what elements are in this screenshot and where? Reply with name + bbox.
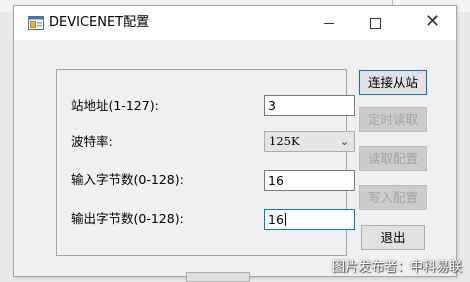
close-icon: ✕	[425, 11, 441, 32]
watermark-text: 图片发布者：中科易联	[331, 260, 462, 275]
station-address-input[interactable]: 3	[264, 95, 355, 116]
write-config-button[interactable]: 写入配置	[359, 185, 427, 210]
maximize-button[interactable]	[352, 6, 398, 40]
connect-slave-button[interactable]: 连接从站	[359, 70, 427, 95]
window-title: DEVICENET配置	[49, 15, 150, 30]
background-button-edge	[186, 272, 250, 282]
baud-rate-label: 波特率:	[71, 134, 113, 149]
exit-button[interactable]: 退出	[361, 225, 425, 250]
read-config-button[interactable]: 读取配置	[359, 146, 427, 171]
app-window-icon	[28, 16, 44, 30]
timed-read-button[interactable]: 定时读取	[359, 107, 427, 132]
minimize-button[interactable]	[306, 6, 352, 40]
input-bytes-label: 输入字节数(0-128):	[71, 172, 184, 187]
text-caret	[284, 213, 286, 226]
baud-rate-select[interactable]: 125K ⌄	[264, 131, 355, 152]
devicenet-config-dialog: DEVICENET配置 ✕ 站地址(1-127): 3 波特率: 125K ⌄ …	[13, 5, 457, 277]
output-bytes-label: 输出字节数(0-128):	[71, 211, 184, 226]
baud-rate-value: 125K	[269, 134, 300, 148]
output-bytes-value: 16	[268, 212, 284, 227]
station-address-label: 站地址(1-127):	[71, 98, 159, 113]
close-button[interactable]: ✕	[410, 6, 456, 40]
input-bytes-input[interactable]: 16	[264, 170, 355, 191]
minimize-icon	[324, 23, 334, 24]
maximize-icon	[370, 18, 381, 29]
chevron-down-icon: ⌄	[339, 135, 349, 148]
title-bar[interactable]: DEVICENET配置 ✕	[14, 6, 456, 40]
settings-group-box: 站地址(1-127): 3 波特率: 125K ⌄ 输入字节数(0-128): …	[56, 69, 355, 256]
output-bytes-input[interactable]: 16	[264, 209, 355, 230]
